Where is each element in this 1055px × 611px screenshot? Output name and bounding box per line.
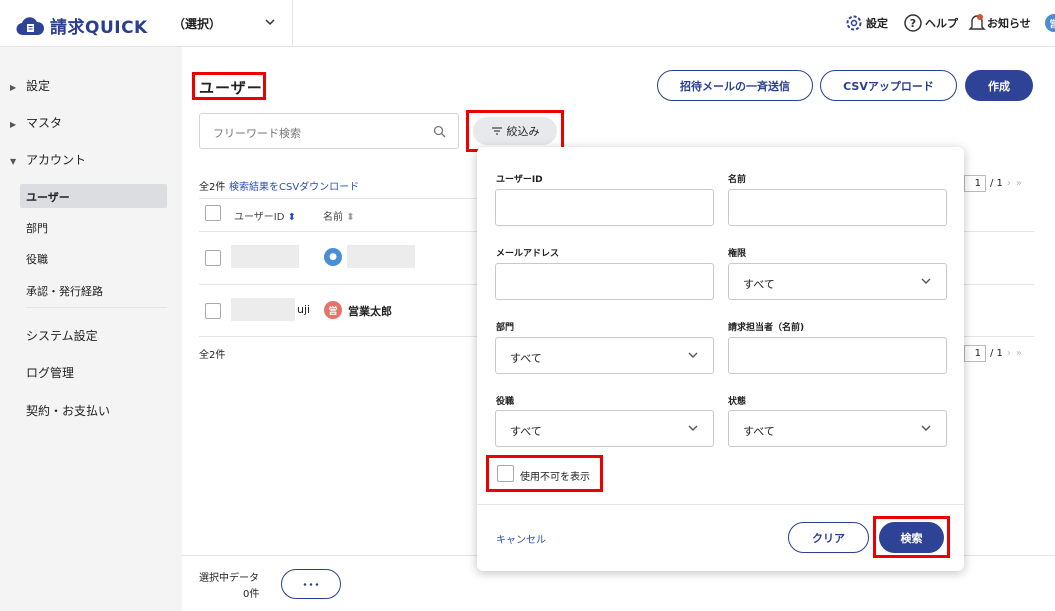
sidebar-item-approval-route[interactable]: 承認・発行経路 [26, 283, 103, 299]
status-label: 状態 [728, 397, 747, 407]
cloud-logo-icon [16, 16, 44, 35]
divider [477, 504, 964, 505]
sidebar-item-master[interactable]: ▶ マスタ [10, 114, 62, 131]
triangle-right-icon: ▶ [10, 83, 17, 92]
create-button[interactable]: 作成 [965, 70, 1033, 101]
sort-icon: ⬍ [346, 212, 355, 223]
search-button[interactable]: 検索 [879, 522, 944, 553]
app-name: 請求QUICK [50, 18, 148, 38]
sidebar-item-users[interactable]: ユーザー [26, 189, 70, 205]
last-page-icon[interactable]: » [1016, 348, 1022, 359]
role-select[interactable]: すべて [495, 410, 714, 447]
cancel-link[interactable]: キャンセル [496, 531, 546, 546]
select-all-checkbox[interactable] [205, 205, 221, 221]
department-label: 部門 [496, 323, 515, 333]
search-icon [433, 125, 446, 138]
divider [199, 231, 477, 232]
settings-link[interactable]: 設定 [844, 13, 888, 33]
user-avatar[interactable]: 営 [1045, 14, 1055, 32]
next-page-icon[interactable]: › [1007, 178, 1011, 189]
more-button[interactable]: ･･･ [281, 569, 341, 599]
tenant-selector[interactable]: （選択） [173, 15, 221, 32]
gear-icon [846, 15, 862, 31]
row-checkbox[interactable] [205, 303, 221, 319]
show-disabled-label[interactable]: 使用不可を表示 [520, 468, 590, 483]
chevron-down-icon [688, 352, 698, 358]
result-count-bottom: 全2件 [199, 350, 226, 361]
top-bar: 請求QUICK （選択） 設定 ? ヘルプ お知らせ 営 [0, 0, 1055, 47]
sidebar-item-system-settings[interactable]: システム設定 [26, 327, 98, 344]
status-select[interactable]: すべて [728, 410, 947, 447]
redacted-userid [231, 298, 295, 321]
bell-icon [968, 14, 986, 30]
triangle-right-icon: ▶ [10, 120, 17, 129]
invite-mail-button[interactable]: 招待メールの一斉送信 [657, 70, 813, 101]
sidebar-item-settings[interactable]: ▶ 設定 [10, 77, 50, 94]
sidebar-item-log[interactable]: ログ管理 [26, 364, 74, 381]
csv-download-link[interactable]: 検索結果をCSVダウンロード [229, 178, 359, 193]
sidebar-item-contract[interactable]: 契約・お支払い [26, 402, 110, 419]
page-input[interactable]: 1 [964, 175, 986, 192]
sidebar-item-roles[interactable]: 役職 [26, 251, 48, 267]
billing-owner-label: 請求担当者（名前) [728, 323, 805, 333]
last-page-icon[interactable]: » [1016, 178, 1022, 189]
divider [964, 284, 1034, 285]
permission-select[interactable]: すべて [728, 263, 947, 300]
filter-icon [491, 127, 502, 135]
app-logo[interactable]: 請求QUICK [16, 13, 148, 38]
triangle-down-icon: ▼ [10, 157, 17, 166]
divider [199, 336, 477, 337]
email-input[interactable] [495, 263, 714, 300]
chevron-down-icon[interactable] [264, 17, 276, 27]
filter-button[interactable]: 絞込み [473, 117, 557, 145]
chevron-down-icon [921, 425, 931, 431]
divider [964, 336, 1034, 337]
result-count: 全2件 [199, 182, 226, 193]
col-header-userid[interactable]: ユーザーID ⬍ [234, 208, 296, 223]
pagination[interactable]: 1 / 1 › » [964, 345, 1022, 362]
userid-suffix: uji [297, 303, 311, 316]
selected-label: 選択中データ [199, 573, 259, 584]
clear-button[interactable]: クリア [788, 522, 869, 553]
divider [292, 0, 293, 47]
user-name: 営業太郎 [348, 305, 392, 318]
divider [199, 284, 477, 285]
permission-label: 権限 [728, 249, 747, 259]
page-input[interactable]: 1 [964, 345, 986, 362]
name-input[interactable] [728, 189, 947, 226]
avatar: 営 [324, 301, 342, 319]
page-title: ユーザー [199, 79, 263, 97]
show-disabled-checkbox[interactable] [497, 465, 514, 482]
divider [964, 231, 1034, 232]
chevron-down-icon [688, 425, 698, 431]
name-label: 名前 [728, 175, 747, 185]
sidebar-item-account[interactable]: ▼ アカウント [10, 151, 86, 168]
notice-link[interactable]: お知らせ [968, 13, 1031, 33]
col-header-name[interactable]: 名前 ⬍ [323, 208, 355, 223]
filter-modal: ユーザーID 名前 メールアドレス 権限 すべて 部門 請求担当者（名前) すべ… [477, 147, 964, 571]
search-input[interactable]: フリーワード検索 [199, 113, 459, 149]
help-link[interactable]: ? ヘルプ [903, 13, 958, 33]
billing-owner-input[interactable] [728, 337, 947, 374]
redacted-name [347, 245, 415, 268]
chevron-down-icon [921, 278, 931, 284]
csv-upload-button[interactable]: CSVアップロード [820, 70, 957, 101]
avatar: ● [324, 248, 342, 266]
pagination[interactable]: 1 / 1 › » [964, 175, 1022, 192]
email-label: メールアドレス [496, 249, 560, 259]
row-checkbox[interactable] [205, 250, 221, 266]
sidebar-item-departments[interactable]: 部門 [26, 220, 48, 236]
divider [26, 307, 167, 308]
userid-input[interactable] [495, 189, 714, 226]
redacted-userid [231, 245, 299, 268]
svg-text:?: ? [910, 17, 916, 30]
next-page-icon[interactable]: › [1007, 348, 1011, 359]
sort-icon: ⬍ [287, 212, 297, 223]
userid-label: ユーザーID [496, 175, 543, 185]
department-select[interactable]: すべて [495, 337, 714, 374]
role-label: 役職 [496, 397, 515, 407]
divider [199, 198, 477, 199]
selected-count: 0件 [243, 589, 260, 600]
help-icon: ? [904, 14, 922, 32]
